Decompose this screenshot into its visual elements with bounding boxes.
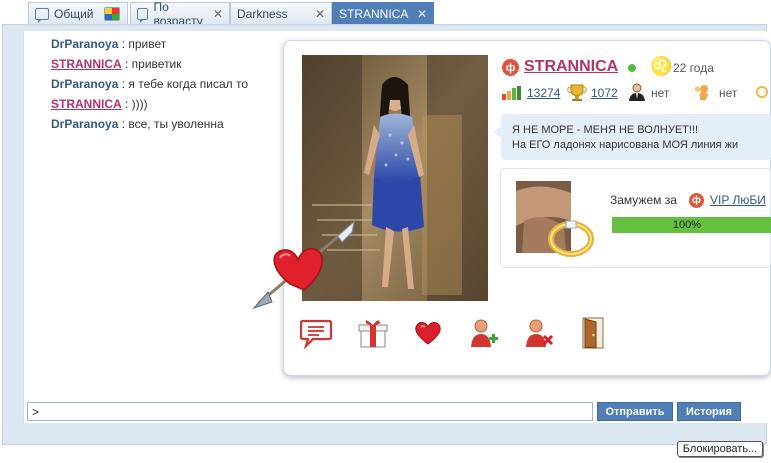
- cupid-icon: [694, 85, 708, 100]
- private-message-icon[interactable]: [299, 316, 333, 350]
- close-icon[interactable]: ✕: [411, 7, 427, 21]
- chat-message: DrParanoya : я тебе когда писал то: [51, 77, 248, 91]
- relationship-progress: 100%: [612, 217, 771, 233]
- status-b-value: нет: [719, 86, 738, 100]
- message-input[interactable]: [27, 402, 593, 421]
- site-logo-icon: ф: [502, 59, 519, 76]
- message-author[interactable]: DrParanoya: [51, 117, 118, 131]
- rating-value[interactable]: 13274: [527, 86, 560, 100]
- ring-partial-icon: [756, 86, 768, 98]
- progress-label: 100%: [672, 219, 702, 231]
- status-text-line-1: Я НЕ МОРЕ - МЕНЯ НЕ ВОЛНУЕТ!!!: [512, 124, 699, 136]
- close-icon[interactable]: ✕: [309, 7, 325, 21]
- message-text: : приветик: [121, 57, 182, 71]
- tab-general[interactable]: Общий: [28, 2, 128, 24]
- block-button[interactable]: Блокировать...: [677, 441, 763, 457]
- history-button[interactable]: История: [677, 402, 741, 421]
- couple-ring-image: [516, 181, 594, 257]
- heart-arrow-icon: [252, 220, 355, 310]
- tab-label: Darkness: [237, 6, 288, 21]
- chat-window: Общий По возрасту ✕ Darkness ✕ STRANNICA…: [0, 0, 771, 463]
- profile-age: 22 года: [673, 61, 714, 75]
- tab-bar: Общий По возрасту ✕ Darkness ✕ STRANNICA…: [0, 0, 771, 28]
- zodiac-icon: ♌: [650, 56, 673, 76]
- message-author[interactable]: STRANNICA: [51, 57, 122, 71]
- chat-message: DrParanoya : привет: [51, 37, 166, 51]
- close-icon[interactable]: ✕: [207, 7, 223, 21]
- message-author[interactable]: DrParanoya: [51, 37, 118, 51]
- tab-darkness[interactable]: Darkness ✕: [230, 2, 332, 24]
- chat-message: STRANNICA : )))): [51, 97, 148, 111]
- message-text: : все, ты уволенна: [118, 117, 224, 131]
- chat-message: STRANNICA : приветик: [51, 57, 182, 71]
- exit-door-icon[interactable]: [576, 316, 610, 350]
- married-label: Замужем за: [610, 193, 677, 207]
- site-logo-icon: ф: [689, 193, 704, 208]
- rating-bars-icon: [502, 86, 521, 100]
- gift-icon[interactable]: [356, 316, 390, 350]
- cups-value[interactable]: 1072: [591, 86, 618, 100]
- status-bubble: Я НЕ МОРЕ - МЕНЯ НЕ ВОЛНУЕТ!!! На ЕГО ла…: [494, 114, 771, 160]
- tab-label: Общий: [54, 6, 94, 21]
- add-friend-icon[interactable]: [467, 316, 501, 350]
- message-author[interactable]: STRANNICA: [51, 97, 122, 111]
- trophy-icon: [567, 84, 587, 101]
- message-author[interactable]: DrParanoya: [51, 77, 118, 91]
- heart-icon[interactable]: [411, 316, 445, 350]
- message-text: : )))): [121, 97, 148, 111]
- online-status-icon: [628, 64, 636, 72]
- chat-bubble-icon: [35, 7, 49, 23]
- tab-strannica[interactable]: STRANNICA ✕: [332, 2, 434, 24]
- man-in-suit-icon: [629, 83, 645, 101]
- profile-name[interactable]: STRANNICA: [524, 58, 618, 76]
- spouse-link[interactable]: VIP ЛюБИ: [710, 193, 766, 207]
- tab-label: STRANNICA: [339, 6, 409, 21]
- tab-by-age[interactable]: По возрасту ✕: [130, 0, 230, 28]
- status-text-line-2: На ЕГО ладонях нарисована МОЯ линия жи: [512, 139, 739, 151]
- chat-bubble-icon: [137, 7, 149, 23]
- remove-friend-icon[interactable]: [522, 316, 556, 350]
- color-picker-icon[interactable]: [103, 6, 120, 21]
- message-text: : я тебе когда писал то: [118, 77, 249, 91]
- status-a-value: нет: [651, 86, 670, 100]
- chat-message: DrParanoya : все, ты уволенна: [51, 117, 224, 131]
- send-button[interactable]: Отправить: [597, 402, 673, 421]
- message-text: : привет: [118, 37, 167, 51]
